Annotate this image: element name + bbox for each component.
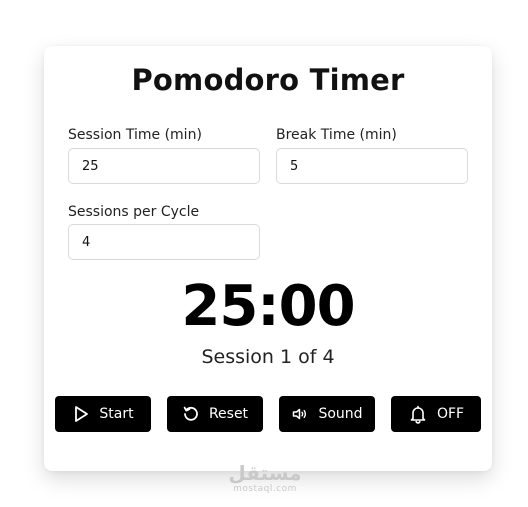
start-button-label: Start (99, 406, 134, 422)
page-title: Pomodoro Timer (131, 63, 405, 97)
timer-display: 25:00 (181, 274, 355, 339)
watermark-logo: مستقل (228, 461, 302, 485)
pomodoro-card: Pomodoro Timer Session Time (min) Break … (44, 46, 492, 471)
reset-button-label: Reset (208, 406, 249, 422)
start-button[interactable]: Start (55, 396, 151, 432)
break-time-label: Break Time (min) (276, 127, 397, 143)
session-time-label: Session Time (min) (68, 127, 202, 143)
speaker-icon (291, 405, 309, 423)
play-icon (72, 405, 90, 423)
notification-toggle-label: OFF (436, 406, 465, 422)
sound-button-label: Sound (318, 406, 363, 422)
reset-icon (182, 405, 200, 423)
bell-icon (408, 404, 428, 424)
notification-toggle-button[interactable]: OFF (391, 396, 481, 432)
sessions-per-cycle-input[interactable] (68, 224, 260, 260)
session-status: Session 1 of 4 (201, 346, 335, 368)
sessions-per-cycle-label: Sessions per Cycle (68, 204, 200, 220)
reset-button[interactable]: Reset (167, 396, 263, 432)
watermark: مستقل mostaql.com (225, 462, 305, 494)
sound-button[interactable]: Sound (279, 396, 375, 432)
break-time-input[interactable] (276, 148, 468, 184)
session-time-input[interactable] (68, 148, 260, 184)
watermark-url: mostaql.com (233, 484, 297, 494)
